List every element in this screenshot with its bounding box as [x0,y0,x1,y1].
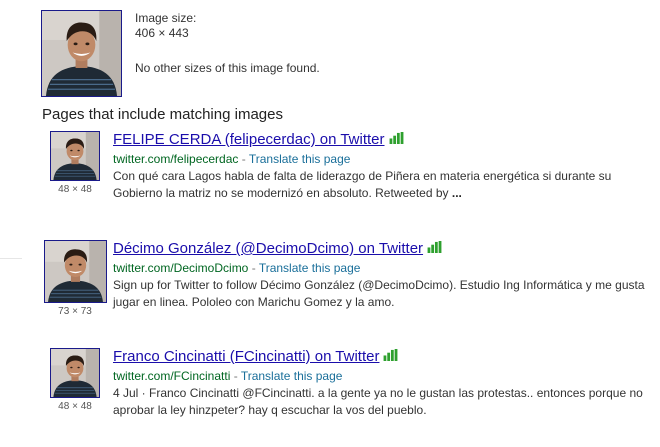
thumbnail-size: 73 × 73 [58,306,92,317]
image-info: Image size: 406 × 443 No other sizes of … [135,11,320,76]
translate-link[interactable]: Translate this page [249,152,351,166]
thumbnail-size: 48 × 48 [58,184,92,195]
result-thumbnail[interactable] [43,240,107,303]
image-dimensions: 406 × 443 [135,26,189,40]
signal-bars-icon [389,132,404,144]
result-url: twitter.com/DecimoDcimo [113,261,249,275]
result-snippet: Sign up for Twitter to follow Décimo Gon… [113,278,645,309]
snippet-ellipsis: ... [448,186,462,200]
page-edge-divider [0,258,22,259]
result-thumbnail[interactable] [50,348,100,398]
result-title-link[interactable]: FELIPE CERDA (felipecerdac) on Twitter [113,131,385,148]
result-snippet: 4 Jul · Franco Cincinatti @FCincinatti. … [113,386,643,417]
result-url: twitter.com/felipecerdac [113,152,239,166]
thumbnail-size: 48 × 48 [58,401,92,412]
section-title: Pages that include matching images [42,106,283,123]
image-size-label: Image size: [135,11,197,25]
translate-link[interactable]: Translate this page [241,369,343,383]
no-other-sizes-text: No other sizes of this image found. [135,61,320,75]
result-url: twitter.com/FCincinatti [113,369,231,383]
result-snippet: Con qué cara Lagos habla de falta de lid… [113,169,612,200]
translate-link[interactable]: Translate this page [259,261,361,275]
signal-bars-icon [383,349,398,361]
result-title-link[interactable]: Franco Cincinatti (FCincinatti) on Twitt… [113,348,379,365]
query-image-thumbnail[interactable] [41,10,122,97]
signal-bars-icon [427,241,442,253]
result-thumbnail[interactable] [50,131,100,181]
result-title-link[interactable]: Décimo González (@DecimoDcimo) on Twitte… [113,240,423,257]
